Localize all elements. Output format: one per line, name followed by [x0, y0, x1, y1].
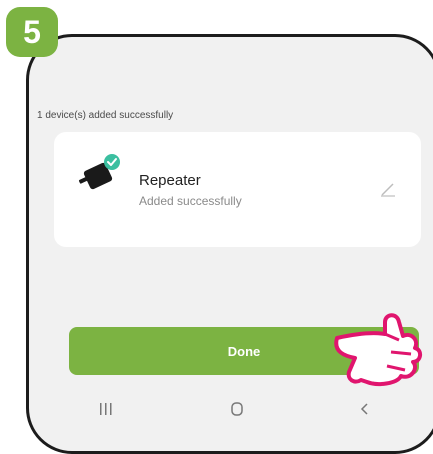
- success-header: 1 device(s) added successfully: [37, 110, 174, 121]
- back-icon[interactable]: [349, 399, 379, 419]
- device-card[interactable]: Repeater Added successfully: [54, 132, 421, 247]
- phone-screen: 1 device(s) added successfully Repeater …: [26, 34, 433, 454]
- recents-icon[interactable]: [91, 399, 121, 419]
- home-icon[interactable]: [222, 399, 252, 419]
- edit-icon[interactable]: [379, 180, 397, 198]
- device-name: Repeater: [139, 172, 201, 189]
- pointing-hand-icon: [334, 313, 422, 386]
- step-number: 5: [23, 13, 41, 50]
- repeater-device-icon: [78, 154, 120, 190]
- device-status: Added successfully: [139, 194, 242, 208]
- step-number-badge: 5: [6, 7, 58, 57]
